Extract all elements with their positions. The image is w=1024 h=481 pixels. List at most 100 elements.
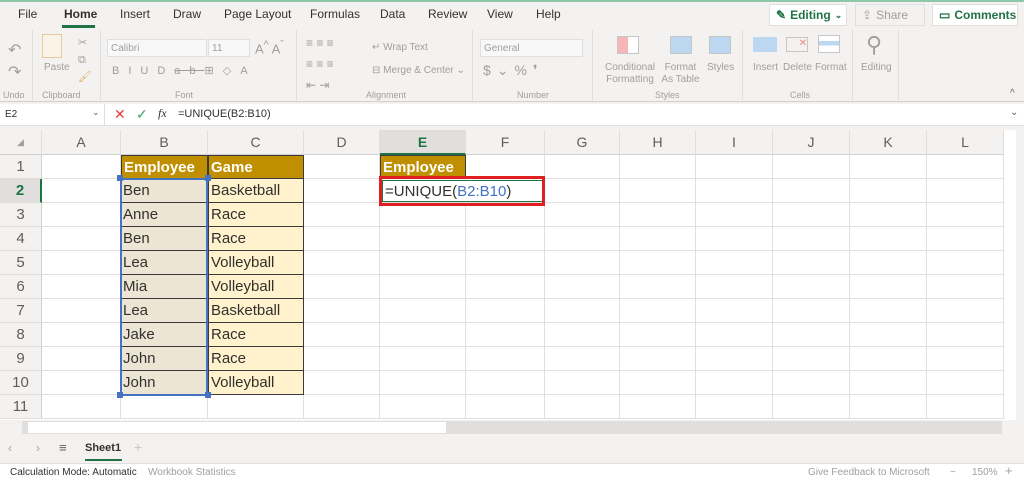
header-cell-unique-employee[interactable]: Employee	[380, 155, 466, 179]
tab-review[interactable]: Review	[428, 7, 467, 21]
cell[interactable]	[927, 155, 1004, 179]
conditional-formatting-button[interactable]: Conditional Formatting	[600, 62, 660, 86]
cell[interactable]	[380, 299, 466, 323]
undo-icon[interactable]: ↶	[8, 40, 21, 60]
cell[interactable]	[42, 179, 121, 203]
share-button[interactable]: ⇪ Share	[855, 4, 925, 26]
delete-cells-button[interactable]: Delete	[783, 62, 812, 73]
cell[interactable]	[927, 275, 1004, 299]
cell[interactable]	[304, 323, 380, 347]
column-header-h[interactable]: H	[620, 130, 696, 155]
cell[interactable]	[696, 299, 773, 323]
cell[interactable]	[545, 395, 620, 419]
cell[interactable]	[545, 371, 620, 395]
cell[interactable]	[466, 323, 545, 347]
number-format-icons[interactable]: $⌄%❜	[483, 62, 543, 79]
employee-cell[interactable]: Lea	[121, 251, 208, 275]
cell[interactable]	[380, 371, 466, 395]
feedback-link[interactable]: Give Feedback to Microsoft	[808, 467, 930, 478]
cell[interactable]	[380, 227, 466, 251]
tab-formulas[interactable]: Formulas	[310, 7, 360, 21]
cell[interactable]	[42, 347, 121, 371]
header-cell-game[interactable]: Game	[208, 155, 304, 179]
game-cell[interactable]: Basketball	[208, 299, 304, 323]
comments-button[interactable]: ▭ Comments	[932, 4, 1018, 26]
cell[interactable]	[696, 251, 773, 275]
scroll-thumb[interactable]	[28, 422, 446, 433]
tab-home[interactable]: Home	[64, 7, 97, 21]
employee-cell[interactable]: Lea	[121, 299, 208, 323]
game-cell[interactable]: Volleyball	[208, 251, 304, 275]
cell[interactable]	[927, 179, 1004, 203]
row-header-1[interactable]: 1	[0, 155, 42, 179]
tab-page-layout[interactable]: Page Layout	[224, 7, 291, 21]
cell[interactable]	[773, 155, 850, 179]
cell[interactable]	[42, 299, 121, 323]
cell[interactable]	[927, 347, 1004, 371]
editing-mode-button[interactable]: ✎ Editing ⌄	[769, 4, 847, 26]
cell[interactable]	[773, 203, 850, 227]
game-cell[interactable]: Race	[208, 227, 304, 251]
cell[interactable]	[773, 371, 850, 395]
font-size-select[interactable]: 11	[208, 39, 250, 57]
column-header-a[interactable]: A	[42, 130, 121, 155]
column-header-l[interactable]: L	[927, 130, 1004, 155]
cell[interactable]	[850, 251, 927, 275]
cancel-icon[interactable]: ✕	[114, 106, 126, 123]
cell[interactable]	[696, 323, 773, 347]
cell[interactable]	[545, 299, 620, 323]
cell[interactable]	[380, 395, 466, 419]
game-cell[interactable]: Race	[208, 323, 304, 347]
cell[interactable]	[620, 179, 696, 203]
cell[interactable]	[545, 323, 620, 347]
row-header-8[interactable]: 8	[0, 323, 42, 347]
cell[interactable]	[42, 395, 121, 419]
cell[interactable]	[850, 371, 927, 395]
font-format-buttons[interactable]: BIUDab⊞◇A	[112, 64, 257, 77]
column-header-c[interactable]: C	[208, 130, 304, 155]
cell[interactable]	[696, 227, 773, 251]
add-sheet-icon[interactable]: +	[134, 439, 142, 455]
cell[interactable]	[927, 203, 1004, 227]
cell[interactable]	[850, 395, 927, 419]
select-all-corner[interactable]: ◢	[0, 130, 42, 155]
cell[interactable]	[620, 203, 696, 227]
cell[interactable]	[42, 323, 121, 347]
cell[interactable]	[304, 395, 380, 419]
cell[interactable]	[620, 323, 696, 347]
row-header-11[interactable]: 11	[0, 395, 42, 419]
cell[interactable]	[42, 251, 121, 275]
row-header-2[interactable]: 2	[0, 179, 42, 203]
cell[interactable]	[208, 395, 304, 419]
cell[interactable]	[466, 251, 545, 275]
font-name-select[interactable]: Calibri	[107, 39, 207, 57]
cell[interactable]	[620, 395, 696, 419]
cell[interactable]	[380, 275, 466, 299]
paste-button[interactable]: Paste	[44, 62, 70, 73]
employee-cell[interactable]: Ben	[121, 227, 208, 251]
cell[interactable]	[696, 155, 773, 179]
cell[interactable]	[304, 347, 380, 371]
alignment-icons[interactable]: ≡ ≡ ≡ ≡ ≡ ≡ ⇤ ⇥	[306, 33, 361, 96]
cell[interactable]	[927, 299, 1004, 323]
cell[interactable]	[466, 203, 545, 227]
cell[interactable]	[620, 371, 696, 395]
cell[interactable]	[850, 299, 927, 323]
all-sheets-icon[interactable]: ≡	[59, 440, 67, 455]
employee-cell[interactable]: Anne	[121, 203, 208, 227]
cell[interactable]	[304, 155, 380, 179]
enter-icon[interactable]: ✓	[136, 106, 148, 123]
tab-help[interactable]: Help	[536, 7, 561, 21]
cell[interactable]	[466, 299, 545, 323]
paste-icon[interactable]	[42, 34, 62, 58]
cell[interactable]	[380, 323, 466, 347]
cell[interactable]	[850, 227, 927, 251]
cell[interactable]	[42, 203, 121, 227]
cell[interactable]	[42, 227, 121, 251]
range-handle[interactable]	[117, 175, 123, 181]
collapse-ribbon-icon[interactable]: ^	[1010, 88, 1015, 99]
cell[interactable]	[620, 347, 696, 371]
cell[interactable]	[545, 203, 620, 227]
cell[interactable]	[927, 323, 1004, 347]
cell[interactable]	[304, 251, 380, 275]
